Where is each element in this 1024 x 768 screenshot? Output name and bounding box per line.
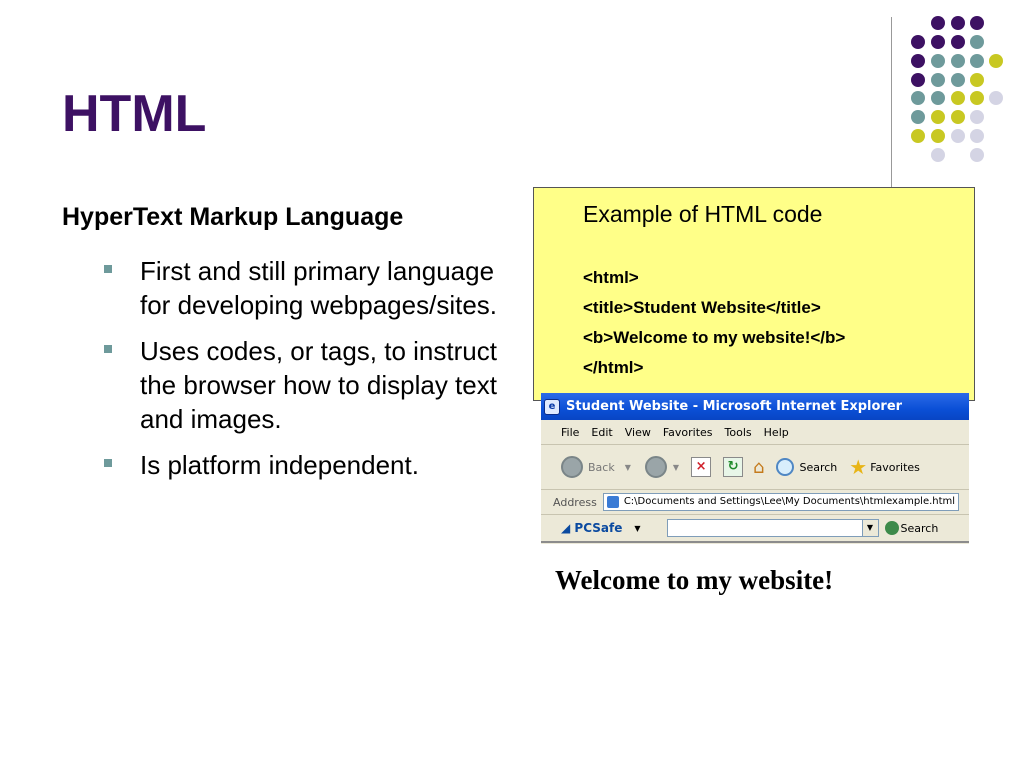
home-icon[interactable]: ⌂ xyxy=(753,457,764,478)
browser-window-title: Student Website - Microsoft Internet Exp… xyxy=(566,399,903,414)
html-code-example-box: Example of HTML code <html> <title>Stude… xyxy=(533,187,975,401)
menu-favorites[interactable]: Favorites xyxy=(663,426,713,439)
menu-help[interactable]: Help xyxy=(764,426,789,439)
search-icon xyxy=(884,521,899,535)
decorative-dot xyxy=(931,91,945,105)
pcsafe-brand[interactable]: ◢ PCSafe xyxy=(561,521,622,535)
decorative-dot xyxy=(951,73,965,87)
links-search-combo[interactable]: ▼ xyxy=(666,519,879,537)
links-search-label: Search xyxy=(900,521,939,535)
decorative-dot xyxy=(911,129,925,143)
slide-subtitle: HyperText Markup Language xyxy=(62,203,404,231)
chevron-down-icon[interactable]: ▼ xyxy=(634,524,640,533)
decorative-dot xyxy=(931,54,945,68)
chevron-down-icon: ▼ xyxy=(672,462,680,472)
star-icon: ★ xyxy=(849,455,868,479)
decorative-dot xyxy=(911,110,925,124)
square-bullet-icon xyxy=(104,265,112,273)
browser-screenshot: e Student Website - Microsoft Internet E… xyxy=(541,393,969,606)
bullet-list: First and still primary language for dev… xyxy=(104,254,524,494)
chevron-down-icon[interactable]: ▼ xyxy=(861,520,878,536)
stop-icon[interactable]: × xyxy=(691,457,712,477)
decorative-dot xyxy=(911,73,925,87)
bullet-text: First and still primary language for dev… xyxy=(140,256,498,320)
ie-logo-icon: e xyxy=(544,398,560,415)
links-search-button[interactable]: Search xyxy=(884,521,939,535)
back-button[interactable]: Back ▼ xyxy=(561,456,631,478)
browser-toolbar: Back ▼ ▼ × ↻ ⌂ Search ★ Favorites xyxy=(541,445,969,490)
chevron-down-icon: ▼ xyxy=(624,462,631,472)
decorative-dot xyxy=(970,148,984,162)
forward-button[interactable]: ▼ xyxy=(644,456,680,478)
decorative-dot xyxy=(989,91,1003,105)
decorative-dot xyxy=(951,35,965,49)
decorative-dot xyxy=(931,16,945,30)
decorative-dot xyxy=(911,35,925,49)
decorative-dot xyxy=(970,16,984,30)
square-bullet-icon xyxy=(104,459,112,467)
back-arrow-icon xyxy=(561,456,583,478)
page-heading: Welcome to my website! xyxy=(555,565,834,595)
decorative-dot xyxy=(931,73,945,87)
magnifier-icon xyxy=(776,458,795,476)
favorites-button[interactable]: ★ Favorites xyxy=(849,455,920,479)
decorative-dot xyxy=(931,110,945,124)
search-button[interactable]: Search xyxy=(776,458,837,476)
code-line: <b>Welcome to my website!</b> xyxy=(583,328,846,347)
code-line: <html> xyxy=(583,268,639,287)
code-line: <title>Student Website</title> xyxy=(583,298,821,317)
decorative-dot xyxy=(989,54,1003,68)
bullet-text: Is platform independent. xyxy=(140,450,419,480)
code-line: </html> xyxy=(583,358,644,377)
decorative-dot xyxy=(970,129,984,143)
menu-edit[interactable]: Edit xyxy=(591,426,612,439)
decorative-dot xyxy=(970,91,984,105)
decorative-dot xyxy=(931,148,945,162)
decorative-dot xyxy=(970,54,984,68)
decorative-dot xyxy=(931,129,945,143)
decorative-dot xyxy=(970,110,984,124)
address-value: C:\Documents and Settings\Lee\My Documen… xyxy=(623,496,956,507)
code-lines: <html> <title>Student Website</title> <b… xyxy=(583,268,845,388)
decorative-dot xyxy=(911,91,925,105)
browser-page-content: Welcome to my website! xyxy=(541,544,969,606)
address-label: Address xyxy=(553,495,597,509)
menu-view[interactable]: View xyxy=(625,426,651,439)
page-icon xyxy=(606,496,619,508)
browser-menu-bar: File Edit View Favorites Tools Help xyxy=(541,420,969,445)
refresh-icon[interactable]: ↻ xyxy=(723,457,744,477)
menu-tools[interactable]: Tools xyxy=(725,426,752,439)
decorative-dot xyxy=(951,16,965,30)
bullet-item: Is platform independent. xyxy=(104,448,524,482)
favorites-label: Favorites xyxy=(870,460,920,474)
menu-file[interactable]: File xyxy=(561,426,579,439)
decorative-dot xyxy=(951,110,965,124)
decorative-divider-line xyxy=(891,17,892,187)
browser-address-bar: Address C:\Documents and Settings\Lee\My… xyxy=(541,490,969,515)
bullet-text: Uses codes, or tags, to instruct the bro… xyxy=(140,336,497,434)
slide-title: HTML xyxy=(62,85,207,143)
bullet-item: Uses codes, or tags, to instruct the bro… xyxy=(104,334,524,436)
pcsafe-label: PCSafe xyxy=(574,521,623,535)
browser-links-bar: ◢ PCSafe ▼ ▼ Search xyxy=(541,515,969,543)
code-box-caption: Example of HTML code xyxy=(583,201,823,227)
decorative-dot xyxy=(970,73,984,87)
decorative-dot xyxy=(951,91,965,105)
decorative-dot xyxy=(911,54,925,68)
back-label: Back xyxy=(588,460,615,474)
decorative-dot xyxy=(951,129,965,143)
decorative-dot xyxy=(931,35,945,49)
address-input[interactable]: C:\Documents and Settings\Lee\My Documen… xyxy=(602,493,959,511)
decorative-dot xyxy=(970,35,984,49)
forward-arrow-icon xyxy=(644,456,667,478)
bullet-item: First and still primary language for dev… xyxy=(104,254,524,322)
decorative-dot xyxy=(951,54,965,68)
search-label: Search xyxy=(799,460,838,474)
browser-title-bar: e Student Website - Microsoft Internet E… xyxy=(541,393,969,420)
square-bullet-icon xyxy=(104,345,112,353)
